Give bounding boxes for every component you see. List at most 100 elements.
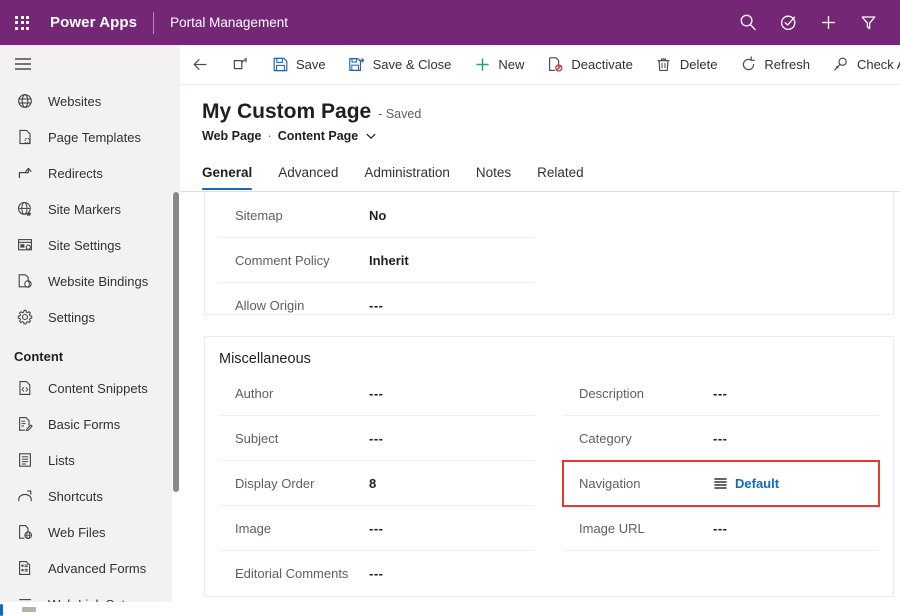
sidebar-item-web-files[interactable]: Web Files xyxy=(0,514,180,550)
command-bar: Save Save & Close New Deactivate Delete … xyxy=(180,45,900,85)
content-snippet-icon xyxy=(14,378,36,398)
sidebar-item-advanced-forms[interactable]: Advanced Forms xyxy=(0,550,180,586)
field-row[interactable]: Author --- xyxy=(219,371,535,416)
sidebar-item-page-templates[interactable]: Page Templates xyxy=(0,119,180,155)
tab-administration[interactable]: Administration xyxy=(364,153,450,191)
field-value: No xyxy=(369,208,386,223)
sidebar-item-content-snippets[interactable]: Content Snippets xyxy=(0,370,180,406)
field-value: Inherit xyxy=(369,253,409,268)
deactivate-button[interactable]: Deactivate xyxy=(535,45,643,85)
form-tabs: General Advanced Administration Notes Re… xyxy=(180,152,900,192)
chevron-down-icon[interactable] xyxy=(365,130,377,142)
sidebar-item-label: Basic Forms xyxy=(48,417,120,432)
new-button[interactable]: New xyxy=(462,45,535,85)
breadcrumb-separator: · xyxy=(268,129,272,143)
section-column-left: Sitemap No Comment Policy Inherit Allow … xyxy=(205,192,549,315)
sidebar-item-label: Redirects xyxy=(48,166,103,181)
page-header: My Custom Page - Saved Web Page · Conten… xyxy=(180,86,900,150)
field-row[interactable]: Image --- xyxy=(219,506,535,551)
flow-check-icon[interactable] xyxy=(768,0,808,45)
field-label: Image xyxy=(219,521,369,536)
content-scrollbar[interactable] xyxy=(172,192,180,616)
field-label: Description xyxy=(563,386,713,401)
search-icon[interactable] xyxy=(728,0,768,45)
tab-label: Advanced xyxy=(278,165,338,180)
sidebar: Websites Page Templates Redirects Site M… xyxy=(0,45,180,616)
sidebar-item-label: Shortcuts xyxy=(48,489,103,504)
command-label: Save xyxy=(296,57,326,72)
field-label: Display Order xyxy=(219,476,369,491)
suite-actions xyxy=(728,0,900,45)
navigation-link-text[interactable]: Default xyxy=(735,476,779,491)
command-label: Check Access xyxy=(857,57,900,72)
shortcut-icon xyxy=(14,486,36,506)
plus-icon xyxy=(473,56,491,74)
sidebar-item-site-markers[interactable]: Site Markers xyxy=(0,191,180,227)
app-launcher-icon[interactable] xyxy=(0,0,44,45)
app-name[interactable]: Power Apps xyxy=(50,14,137,31)
field-value: --- xyxy=(369,386,384,401)
sidebar-item-settings[interactable]: Settings xyxy=(0,299,180,335)
content-scroll-thumb[interactable] xyxy=(173,192,179,492)
tab-notes[interactable]: Notes xyxy=(476,153,511,191)
header-divider xyxy=(153,12,154,34)
popout-button[interactable] xyxy=(220,45,260,85)
save-button[interactable]: Save xyxy=(260,45,337,85)
sidebar-item-label: Web Files xyxy=(48,525,106,540)
sidebar-item-shortcuts[interactable]: Shortcuts xyxy=(0,478,180,514)
advanced-forms-icon xyxy=(14,558,36,578)
sidebar-item-label: Settings xyxy=(48,310,95,325)
tab-general[interactable]: General xyxy=(202,153,252,191)
field-row[interactable]: Image URL --- xyxy=(563,506,879,551)
delete-button[interactable]: Delete xyxy=(644,45,729,85)
field-value: --- xyxy=(369,431,384,446)
field-row[interactable]: Subject --- xyxy=(219,416,535,461)
sidebar-item-basic-forms[interactable]: Basic Forms xyxy=(0,406,180,442)
tab-label: Notes xyxy=(476,165,511,180)
field-row[interactable]: Editorial Comments --- xyxy=(219,551,535,596)
sidebar-item-website-bindings[interactable]: Website Bindings xyxy=(0,263,180,299)
delete-icon xyxy=(655,56,673,74)
miscellaneous-section-card: Miscellaneous Author --- Subject --- Dis… xyxy=(204,336,894,597)
navigation-lookup-value[interactable]: Default xyxy=(713,476,779,491)
breadcrumb-entity: Web Page xyxy=(202,129,262,143)
refresh-button[interactable]: Refresh xyxy=(728,45,821,85)
save-icon xyxy=(271,56,289,74)
filter-icon[interactable] xyxy=(848,0,888,45)
tab-advanced[interactable]: Advanced xyxy=(278,153,338,191)
page-template-icon xyxy=(14,127,36,147)
sidebar-item-redirects[interactable]: Redirects xyxy=(0,155,180,191)
hamburger-menu-icon[interactable] xyxy=(0,45,180,83)
field-label: Comment Policy xyxy=(219,253,369,268)
sidebar-item-site-settings[interactable]: Site Settings xyxy=(0,227,180,263)
field-row[interactable]: Display Order 8 xyxy=(219,461,535,506)
sidebar-group-header: Content xyxy=(0,335,180,370)
navigation-field-row[interactable]: Navigation Default xyxy=(563,461,879,506)
breadcrumb-form[interactable]: Content Page xyxy=(278,129,359,143)
plus-icon[interactable] xyxy=(808,0,848,45)
check-access-button[interactable]: Check Access xyxy=(821,45,900,85)
field-row[interactable]: Description --- xyxy=(563,371,879,416)
field-label: Image URL xyxy=(563,521,713,536)
sidebar-item-lists[interactable]: Lists xyxy=(0,442,180,478)
sidebar-item-websites[interactable]: Websites xyxy=(0,83,180,119)
field-row[interactable]: Comment Policy Inherit xyxy=(219,238,535,283)
check-access-icon xyxy=(832,56,850,74)
save-and-close-button[interactable]: Save & Close xyxy=(337,45,463,85)
back-button[interactable] xyxy=(180,45,220,85)
sidebar-item-label: Website Bindings xyxy=(48,274,148,289)
command-label: Refresh xyxy=(764,57,810,72)
tab-related[interactable]: Related xyxy=(537,153,584,191)
field-label: Editorial Comments xyxy=(219,566,369,581)
popout-icon xyxy=(231,56,249,74)
field-row[interactable]: Category --- xyxy=(563,416,879,461)
form-section-card: Sitemap No Comment Policy Inherit Allow … xyxy=(204,192,894,315)
field-row[interactable]: Sitemap No xyxy=(219,193,535,238)
page-title: My Custom Page xyxy=(202,100,371,124)
sidebar-item-label: Websites xyxy=(48,94,101,109)
sidebar-item-partial[interactable] xyxy=(0,602,180,616)
sidebar-item-label: Lists xyxy=(48,453,75,468)
field-label: Sitemap xyxy=(219,208,369,223)
field-value: --- xyxy=(713,521,728,536)
field-row[interactable]: Allow Origin --- xyxy=(219,283,535,315)
